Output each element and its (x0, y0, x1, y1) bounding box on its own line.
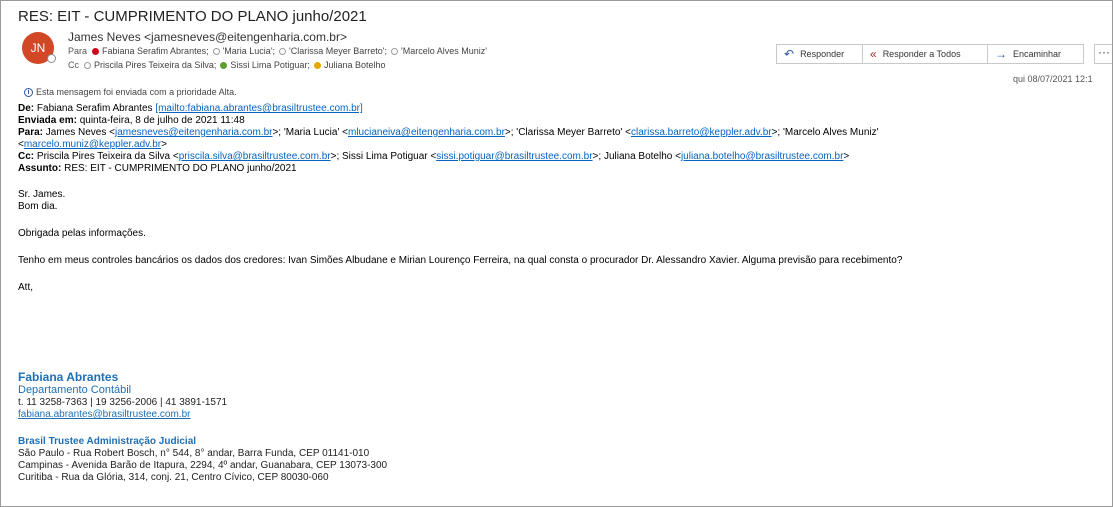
presence-away-icon (313, 61, 321, 69)
signature-company: Brasil Trustee Administração Judicial (18, 436, 197, 447)
email-subject: RES: EIT - CUMPRIMENTO DO PLANO junho/20… (18, 8, 367, 25)
closing: Att, (18, 282, 34, 293)
reply-all-button[interactable]: « Responder a Todos (863, 44, 988, 64)
recipient[interactable]: Juliana Botelho (324, 60, 386, 70)
recipient[interactable]: Sissi Lima Potiguar; (230, 60, 310, 70)
sent-value: quinta-feira, 8 de julho de 2021 11:48 (79, 115, 245, 126)
priority-banner: i Esta mensagem foi enviada com a priori… (24, 87, 237, 97)
field-label: Cc: (18, 151, 35, 162)
signature-name: Fabiana Abrantes (18, 370, 119, 384)
sender-address[interactable]: James Neves <jamesneves@eitengenharia.co… (68, 30, 347, 44)
paragraph: Tenho em meus controles bancários os dad… (18, 255, 903, 266)
reply-label: Responder (800, 49, 845, 59)
quoted-from: De: Fabiana Serafim Abrantes [mailto:fab… (18, 103, 902, 115)
presence-busy-icon (92, 47, 100, 55)
cc-recipients: Cc Priscila Pires Teixeira da Silva; Sis… (68, 60, 389, 70)
signature-phones: t. 11 3258-7363 | 19 3256-2006 | 41 3891… (18, 397, 228, 408)
forward-arrow-icon: → (995, 47, 1007, 61)
reply-button[interactable]: ↶ Responder (776, 44, 863, 64)
reply-all-label: Responder a Todos (882, 49, 961, 59)
presence-offline-icon (279, 47, 287, 55)
text: >; 'Maria Lucia' < (272, 127, 348, 138)
field-label: Para: (18, 127, 44, 138)
cc-label: Cc (68, 60, 79, 70)
quoted-sent: Enviada em: quinta-feira, 8 de julho de … (18, 115, 902, 127)
more-actions-button[interactable]: ··· (1094, 44, 1112, 64)
signature-department: Departamento Contábil (18, 384, 132, 396)
reply-arrow-icon: ↶ (784, 47, 795, 61)
recipient[interactable]: 'Maria Lucia'; (223, 46, 275, 56)
priority-text: Esta mensagem foi enviada com a priorida… (36, 87, 237, 97)
email-link[interactable]: juliana.botelho@brasiltrustee.com.br (681, 151, 843, 162)
text: >; Sissi Lima Potiguar < (330, 151, 437, 162)
email-reading-pane: RES: EIT - CUMPRIMENTO DO PLANO junho/20… (0, 0, 1113, 507)
to-recipients: Para Fabiana Serafim Abrantes; 'Maria Lu… (68, 46, 491, 56)
quoted-subject: Assunto: RES: EIT - CUMPRIMENTO DO PLANO… (18, 163, 902, 175)
signature-email-link[interactable]: fabiana.abrantes@brasiltrustee.com.br (18, 409, 190, 420)
email-link[interactable]: sissi.potiguar@brasiltrustee.com.br (436, 151, 592, 162)
presence-offline-icon (391, 47, 399, 55)
presence-indicator (47, 54, 56, 63)
signature-address: Curitiba - Rua da Glória, 314, conj. 21,… (18, 472, 329, 483)
message-actions: ↶ Responder « Responder a Todos → Encami… (776, 44, 1084, 64)
email-link[interactable]: mlucianeiva@eitengenharia.com.br (348, 127, 505, 138)
text: James Neves < (45, 127, 115, 138)
sent-date: qui 08/07/2021 12:1 (1013, 74, 1093, 84)
forward-label: Encaminhar (1013, 49, 1062, 59)
field-label: Assunto: (18, 163, 62, 174)
info-icon: i (24, 87, 33, 97)
subject-value: RES: EIT - CUMPRIMENTO DO PLANO junho/20… (64, 163, 297, 174)
email-link[interactable]: marcelo.muniz@keppler.adv.br (24, 139, 161, 150)
recipient[interactable]: Priscila Pires Teixeira da Silva; (94, 60, 216, 70)
email-link[interactable]: jamesneves@eitengenharia.com.br (115, 127, 272, 138)
quoted-to: Para: James Neves <jamesneves@eitengenha… (18, 127, 902, 139)
quoted-cc: Cc: Priscila Pires Teixeira da Silva <pr… (18, 151, 902, 163)
text: >; 'Clarissa Meyer Barreto' < (504, 127, 631, 138)
more-icon: ··· (1098, 45, 1110, 59)
from-name: Fabiana Serafim Abrantes (36, 103, 153, 114)
greeting: Bom dia. (18, 201, 58, 212)
recipient[interactable]: 'Marcelo Alves Muniz' (401, 46, 487, 56)
forward-button[interactable]: → Encaminhar (988, 44, 1084, 64)
quoted-to-cont: <marcelo.muniz@keppler.adv.br> (18, 139, 902, 151)
recipient[interactable]: 'Clarissa Meyer Barreto'; (289, 46, 387, 56)
to-label: Para (68, 46, 88, 56)
text: > (843, 151, 850, 162)
reply-all-arrow-icon: « (870, 47, 877, 61)
paragraph: Obrigada pelas informações. (18, 228, 146, 239)
text: >; 'Marcelo Alves Muniz' (771, 127, 879, 138)
email-link[interactable]: clarissa.barreto@keppler.adv.br (631, 127, 772, 138)
message-body: De: Fabiana Serafim Abrantes [mailto:fab… (18, 103, 902, 294)
signature-address: São Paulo - Rua Robert Bosch, n° 544, 8°… (18, 448, 370, 459)
email-link[interactable]: [mailto:fabiana.abrantes@brasiltrustee.c… (155, 103, 362, 114)
text: Priscila Pires Teixeira da Silva < (36, 151, 179, 162)
field-label: De: (18, 103, 35, 114)
presence-offline-icon (84, 61, 91, 69)
text: > (161, 139, 167, 150)
greeting: Sr. James. (18, 189, 66, 200)
signature-address: Campinas - Avenida Barão de Itapura, 229… (18, 460, 388, 471)
text: >; Juliana Botelho < (592, 151, 681, 162)
email-link[interactable]: priscila.silva@brasiltrustee.com.br (179, 151, 331, 162)
presence-available-icon (220, 61, 228, 69)
field-label: Enviada em: (18, 115, 77, 126)
recipient[interactable]: Fabiana Serafim Abrantes; (102, 46, 209, 56)
presence-offline-icon (212, 47, 220, 55)
